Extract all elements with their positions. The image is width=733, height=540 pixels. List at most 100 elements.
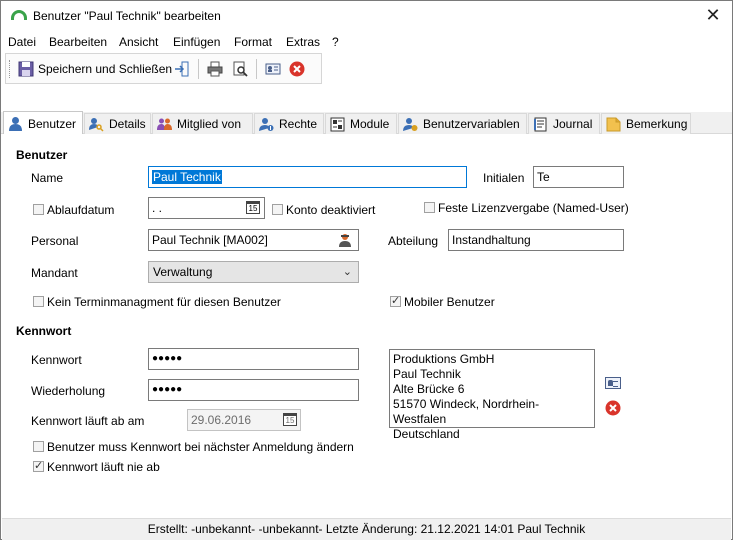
user-key-icon [89,117,104,132]
section-benutzer-title: Benutzer [16,148,68,162]
tab-label: Benutzervariablen [423,117,520,131]
address-line: 51570 Windeck, Nordrhein-Westfalen [393,397,540,426]
mandant-select[interactable]: Verwaltung ⌄ [148,261,359,283]
feste-lizenz-label: Feste Lizenzvergabe (Named-User) [438,201,629,215]
ablaufdatum-value: . . [152,201,163,215]
kennwort-input[interactable]: ●●●●● [148,348,359,370]
kennwort-ablauf-label: Kennwort läuft ab am [31,414,145,428]
kennwort-label: Kennwort [31,353,82,367]
group-icon [157,118,172,130]
menu-datei[interactable]: Datei [8,35,36,49]
section-kennwort-title: Kennwort [16,324,72,338]
dialog-window: Benutzer "Paul Technik" bearbeiten ✕ Dat… [0,0,733,540]
menu-einfuegen[interactable]: Einfügen [173,35,220,49]
toolbar-grip[interactable] [9,60,11,78]
konto-deaktiviert-checkbox[interactable] [272,204,283,215]
address-line: Produktions GmbH [393,352,495,366]
contact-card-icon [265,63,281,75]
menu-bearbeiten[interactable]: Bearbeiten [49,35,107,49]
tab-mitglied-von[interactable]: Mitglied von [152,113,253,134]
save-icon [18,61,34,77]
export-icon [175,61,189,77]
chevron-down-icon: ⌄ [342,266,352,278]
toolbar-separator [198,59,199,79]
mandant-value: Verwaltung [153,265,213,279]
wiederholung-input[interactable]: ●●●●● [148,379,359,401]
toolbar: Speichern und Schließen [5,53,322,84]
wiederholung-label: Wiederholung [31,384,106,398]
menu-bar: Datei Bearbeiten Ansicht Einfügen Format… [1,32,732,52]
contact-card-button[interactable] [265,59,281,79]
module-icon [330,117,345,131]
tab-label: Benutzer [28,116,77,131]
ablaufdatum-checkbox[interactable] [33,204,44,215]
menu-format[interactable]: Format [234,35,272,49]
menu-extras[interactable]: Extras [286,35,320,49]
nie-ab-checkbox[interactable] [33,459,44,472]
calendar-icon: 15 [283,413,297,426]
variables-icon [403,117,418,131]
user-icon [9,117,22,131]
print-preview-button[interactable] [232,59,248,79]
name-input[interactable]: Paul Technik [148,166,467,188]
tab-label: Rechte [279,117,318,131]
kein-termin-label: Kein Terminmanagment für diesen Benutzer [47,295,281,309]
toolbar-separator-2 [256,59,257,79]
rights-icon [259,117,274,131]
address-line: Deutschland [393,427,460,441]
journal-icon [534,117,547,131]
note-icon [606,117,621,131]
address-card-icon[interactable] [605,377,621,389]
tab-benutzervariablen[interactable]: Benutzervariablen [398,113,527,134]
name-label: Name [31,171,64,185]
nie-ab-label: Kennwort läuft nie ab [47,460,160,474]
print-preview-icon [233,61,248,77]
mandant-label: Mandant [31,266,78,280]
kein-termin-checkbox[interactable] [33,296,44,307]
feste-lizenz-checkbox[interactable] [424,202,435,213]
address-line: Paul Technik [393,367,461,381]
muss-aendern-label: Benutzer muss Kennwort bei nächster Anme… [47,440,354,454]
address-box: Produktions GmbH Paul Technik Alte Brück… [389,349,595,441]
personal-lookup-icon[interactable] [337,232,353,248]
ablaufdatum-label: Ablaufdatum [47,203,115,217]
cancel-icon [289,61,305,77]
tab-bemerkung[interactable]: Bemerkung [601,113,691,134]
tab-module[interactable]: Module [325,113,397,134]
save-new-button[interactable] [174,59,190,79]
status-bar: Erstellt: -unbekannt- -unbekannt- Letzte… [2,518,731,540]
muss-aendern-checkbox[interactable] [33,441,44,452]
title-bar: Benutzer "Paul Technik" bearbeiten ✕ [1,1,732,32]
remove-address-icon[interactable] [605,400,621,416]
tab-benutzer[interactable]: Benutzer [3,111,83,135]
tab-content-benutzer: Benutzer Name Paul Technik Initialen Te … [2,134,731,518]
abteilung-label: Abteilung [388,234,439,248]
tab-label: Mitglied von [177,117,242,131]
window-close-button[interactable]: ✕ [702,4,724,26]
ablaufdatum-input[interactable]: . . 15 [148,197,265,219]
initialen-input[interactable]: Te [533,166,624,188]
tab-journal[interactable]: Journal [528,113,600,134]
konto-deaktiviert-label: Konto deaktiviert [286,203,376,217]
address-line: Alte Brücke 6 [393,382,465,396]
initialen-label: Initialen [483,171,525,185]
personal-value: Paul Technik [MA002] [152,233,268,247]
mobiler-benutzer-checkbox[interactable] [390,294,401,307]
print-button[interactable] [207,59,223,79]
menu-ansicht[interactable]: Ansicht [119,35,158,49]
tab-details[interactable]: Details [84,113,151,134]
calendar-icon[interactable]: 15 [246,201,260,214]
tab-label: Details [109,117,146,131]
menu-help[interactable]: ? [332,35,339,49]
printer-icon [207,61,223,77]
kennwort-ablauf-value: 29.06.2016 [191,413,252,427]
save-close-button[interactable]: Speichern und Schließen [18,59,172,79]
tab-label: Module [350,117,390,131]
cancel-button[interactable] [289,59,305,79]
abteilung-input[interactable]: Instandhaltung [448,229,624,251]
tab-rechte[interactable]: Rechte [254,113,324,134]
save-close-label: Speichern und Schließen [38,62,173,76]
personal-input[interactable]: Paul Technik [MA002] [148,229,359,251]
personal-label: Personal [31,234,79,248]
mobiler-benutzer-label: Mobiler Benutzer [404,295,495,309]
